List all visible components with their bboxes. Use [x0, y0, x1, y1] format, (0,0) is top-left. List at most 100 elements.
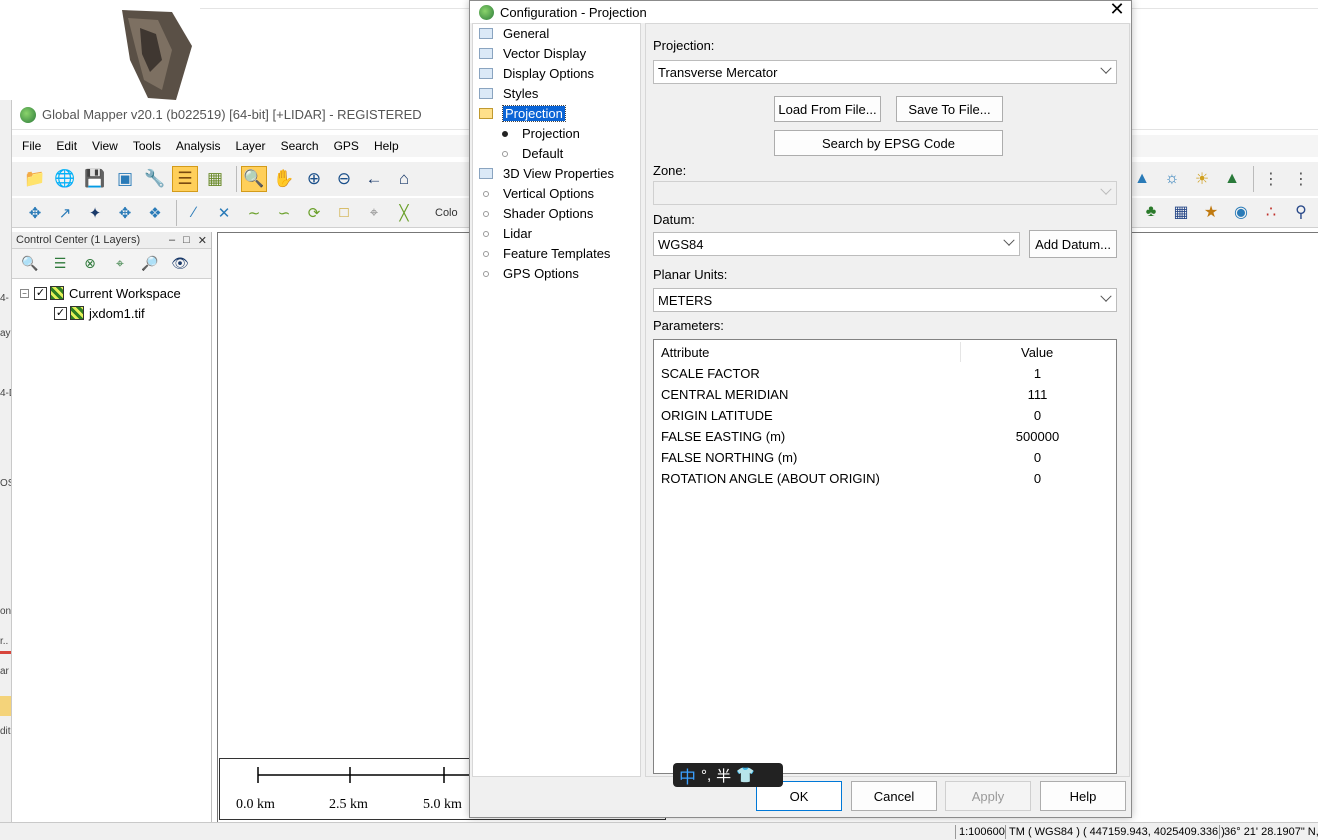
value-cell[interactable]: 0 [961, 450, 1114, 465]
collapse-icon[interactable]: − [20, 288, 29, 298]
building-icon[interactable]: ▦ [1168, 200, 1194, 224]
table-row[interactable]: FALSE EASTING (m) 500000 [654, 427, 1116, 448]
save-icon[interactable]: 💾 [82, 166, 108, 192]
move-vertex-icon[interactable]: ✥ [22, 201, 48, 225]
split-line-icon[interactable]: ✕ [211, 201, 237, 225]
layer-row[interactable]: ✓ jxdom1.tif [12, 303, 211, 323]
datum-select[interactable]: WGS84 [653, 232, 1020, 256]
draw-line-icon[interactable]: ∕ [181, 201, 207, 225]
point-cloud-icon[interactable]: ∴ [1258, 200, 1284, 224]
pan-hand-icon[interactable]: ✋ [271, 166, 297, 192]
value-cell[interactable]: 0 [961, 408, 1114, 423]
value-cell[interactable]: 0 [961, 471, 1114, 486]
workspace-checkbox[interactable]: ✓ [34, 286, 47, 300]
table-row[interactable]: SCALE FACTOR 1 [654, 364, 1116, 385]
zoom-tool-icon[interactable]: 🔍 [241, 166, 267, 192]
menu-gps[interactable]: GPS [334, 139, 359, 153]
water-drop-icon[interactable]: ◉ [1228, 200, 1254, 224]
help-button[interactable]: Help [1040, 781, 1126, 811]
weather-icon[interactable]: ☼ [1159, 166, 1185, 192]
nav-lidar[interactable]: Lidar [479, 224, 532, 243]
close-icon[interactable]: ✕ [198, 234, 207, 247]
mountain-icon[interactable]: ▲ [1219, 166, 1245, 192]
overview-icon[interactable]: ▦ [202, 166, 228, 192]
menu-layer[interactable]: Layer [236, 139, 266, 153]
nav-shader-options[interactable]: Shader Options [479, 204, 593, 223]
menu-search[interactable]: Search [281, 139, 319, 153]
search-epsg-button[interactable]: Search by EPSG Code [774, 130, 1003, 156]
maximize-icon[interactable]: □ [183, 234, 190, 247]
crop-icon[interactable]: ⌖ [361, 201, 387, 225]
edit-line-icon[interactable]: ✦ [82, 201, 108, 225]
home-icon[interactable]: ⌂ [391, 166, 417, 192]
window-icon[interactable]: ▣ [112, 166, 138, 192]
menu-view[interactable]: View [92, 139, 118, 153]
rotate-feature-icon[interactable]: ⟳ [301, 201, 327, 225]
ruler-icon[interactable]: ╳ [391, 201, 417, 225]
ime-punctuation-toggle[interactable]: °, [701, 767, 711, 784]
area-icon[interactable]: □ [331, 201, 357, 225]
planar-units-select[interactable]: METERS [653, 288, 1117, 312]
back-arrow-icon[interactable]: ← [361, 166, 387, 192]
layer-close-icon[interactable]: ⊗ [78, 252, 102, 276]
zoom-out-icon[interactable]: ⊖ [331, 166, 357, 192]
sun-icon[interactable]: ☀ [1189, 166, 1215, 192]
nav-styles[interactable]: Styles [479, 84, 538, 103]
layer-crop-icon[interactable]: ⌖ [108, 252, 132, 276]
smooth-line-icon[interactable]: ∽ [271, 201, 297, 225]
resize-icon[interactable]: ↗ [52, 201, 78, 225]
ime-mode-toggle[interactable]: 中 [679, 763, 696, 788]
menu-file[interactable]: File [22, 139, 41, 153]
move-icon[interactable]: ✥ [112, 201, 138, 225]
ime-width-toggle[interactable]: 半 [716, 765, 731, 786]
nav-display-options[interactable]: Display Options [479, 64, 594, 83]
table-row[interactable]: FALSE NORTHING (m) 0 [654, 448, 1116, 469]
apply-button[interactable]: Apply [945, 781, 1031, 811]
layer-zoom-icon[interactable]: 🔍 [18, 252, 42, 276]
key-icon[interactable]: ⚲ [1288, 200, 1314, 224]
nav-vertical-options[interactable]: Vertical Options [479, 184, 594, 203]
expand-icon[interactable]: ⋮ [1258, 166, 1284, 192]
power-line-icon[interactable]: ★ [1198, 200, 1224, 224]
overflow-icon[interactable]: ⋮ [1288, 166, 1314, 192]
select-point-icon[interactable]: ❖ [142, 201, 168, 225]
layer-visibility-icon[interactable]: 👁 [168, 252, 192, 276]
add-datum-button[interactable]: Add Datum... [1029, 230, 1117, 258]
globe-icon[interactable]: 🌐 [52, 166, 78, 192]
color-combo-partial[interactable]: Colo [435, 207, 458, 219]
menu-help[interactable]: Help [374, 139, 399, 153]
table-row[interactable]: ORIGIN LATITUDE 0 [654, 406, 1116, 427]
ime-toolbar[interactable]: 中 °, 半 👕 [673, 763, 783, 787]
value-cell[interactable]: 500000 [961, 429, 1114, 444]
layer-checkbox[interactable]: ✓ [54, 306, 67, 320]
nav-feature-templates[interactable]: Feature Templates [479, 244, 610, 263]
zone-select[interactable] [653, 181, 1117, 205]
table-row[interactable]: ROTATION ANGLE (ABOUT ORIGIN) 0 [654, 469, 1116, 490]
tree-icon[interactable]: ♣ [1138, 200, 1164, 224]
open-folder-icon[interactable]: 📁 [22, 166, 48, 192]
join-line-icon[interactable]: ∼ [241, 201, 267, 225]
nav-general[interactable]: General [479, 24, 549, 43]
minimize-icon[interactable]: – [169, 234, 175, 247]
nav-3d-view-properties[interactable]: 3D View Properties [479, 164, 614, 183]
load-from-file-button[interactable]: Load From File... [774, 96, 881, 122]
workspace-row[interactable]: − ✓ Current Workspace [12, 283, 211, 303]
layer-search-icon[interactable]: 🔎 [138, 252, 162, 276]
water-level-icon[interactable]: ▲ [1129, 166, 1155, 192]
save-to-file-button[interactable]: Save To File... [896, 96, 1003, 122]
projection-select[interactable]: Transverse Mercator [653, 60, 1117, 84]
shirt-icon[interactable]: 👕 [736, 766, 755, 784]
cancel-button[interactable]: Cancel [851, 781, 937, 811]
menu-edit[interactable]: Edit [56, 139, 77, 153]
layer-list-icon[interactable]: ☰ [48, 252, 72, 276]
column-header-value[interactable]: Value [1021, 345, 1053, 360]
nav-projection[interactable]: Projection [479, 104, 566, 123]
nav-default[interactable]: Default [498, 144, 563, 163]
column-divider[interactable] [960, 342, 961, 362]
wrench-icon[interactable]: 🔧 [142, 166, 168, 192]
value-cell[interactable]: 1 [961, 366, 1114, 381]
column-header-attribute[interactable]: Attribute [661, 345, 709, 360]
control-center-toggle-icon[interactable]: ☰ [172, 166, 198, 192]
menu-tools[interactable]: Tools [133, 139, 161, 153]
nav-projection-sub[interactable]: Projection [498, 124, 580, 143]
